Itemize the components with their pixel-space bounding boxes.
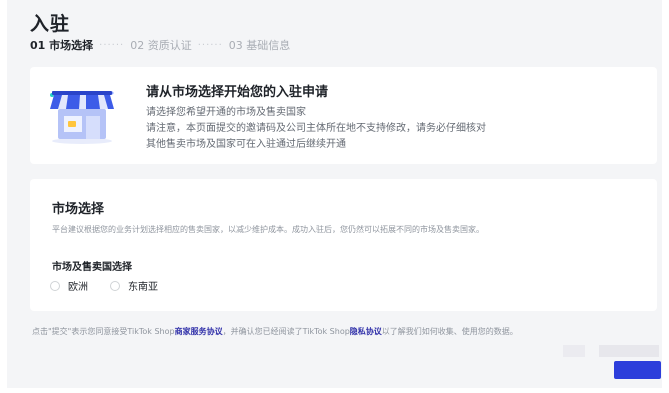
page-title: 入驻 xyxy=(30,13,71,35)
step-qualification: 02 资质认证 xyxy=(130,39,192,52)
market-heading: 市场选择 xyxy=(52,202,105,217)
submit-button[interactable] xyxy=(614,361,661,379)
blurred-area xyxy=(599,345,659,357)
step-basic-info: 03 基础信息 xyxy=(228,39,291,52)
intro-line: 请注意，本页面提交的邀请码及公司主体所在地不支持修改，请务必仔细核对 xyxy=(146,123,486,134)
radio-circle[interactable] xyxy=(50,280,60,291)
region-radio-group: 欧洲 东南亚 xyxy=(50,278,180,293)
step-separator: ······ xyxy=(197,39,223,51)
step-market-selection: 01 市场选择 xyxy=(30,39,94,52)
market-description: 平台建议根据您的业务计划选择相应的售卖国家，以减少维护成本。成功入驻后，您仍然可… xyxy=(52,225,484,234)
storefront-icon xyxy=(50,91,114,144)
radio-southeast-asia[interactable]: 东南亚 xyxy=(110,278,158,293)
intro-line: 请选择您希望开通的市场及售卖国家 xyxy=(146,107,306,118)
privacy-policy-link[interactable]: 隐私协议 xyxy=(350,327,382,336)
step-separator: ······ xyxy=(99,39,125,51)
region-label: 市场及售卖国选择 xyxy=(52,262,132,273)
radio-circle[interactable] xyxy=(110,280,120,291)
intro-line: 其他售卖市场及国家可在入驻通过后继续开通 xyxy=(146,139,346,150)
step-indicator: 01 市场选择 ······ 02 资质认证 ······ 03 基础信息 xyxy=(30,37,290,53)
market-selection-card: 市场选择 平台建议根据您的业务计划选择相应的售卖国家，以减少维护成本。成功入驻后… xyxy=(30,179,657,311)
agreement-prefix: 点击"提交"表示您同意接受TikTok Shop xyxy=(32,327,175,336)
merchant-agreement-link[interactable]: 商家服务协议 xyxy=(175,327,223,336)
agreement-suffix: 以了解我们如何收集、使用您的数据。 xyxy=(381,327,518,336)
radio-europe[interactable]: 欧洲 xyxy=(50,278,88,293)
blurred-area xyxy=(563,345,585,357)
agreement-middle: ，并确认您已经阅读了TikTok Shop xyxy=(222,327,350,336)
intro-heading: 请从市场选择开始您的入驻申请 xyxy=(146,85,329,100)
agreement-note: 点击"提交"表示您同意接受TikTok Shop商家服务协议，并确认您已经阅读了… xyxy=(32,326,518,337)
page-background: 入驻 01 市场选择 ······ 02 资质认证 ······ 03 基础信息… xyxy=(7,0,662,388)
radio-label-europe: 欧洲 xyxy=(68,282,88,293)
intro-card: 请从市场选择开始您的入驻申请 请选择您希望开通的市场及售卖国家 请注意，本页面提… xyxy=(30,67,657,164)
radio-label-southeast-asia: 东南亚 xyxy=(128,282,158,293)
